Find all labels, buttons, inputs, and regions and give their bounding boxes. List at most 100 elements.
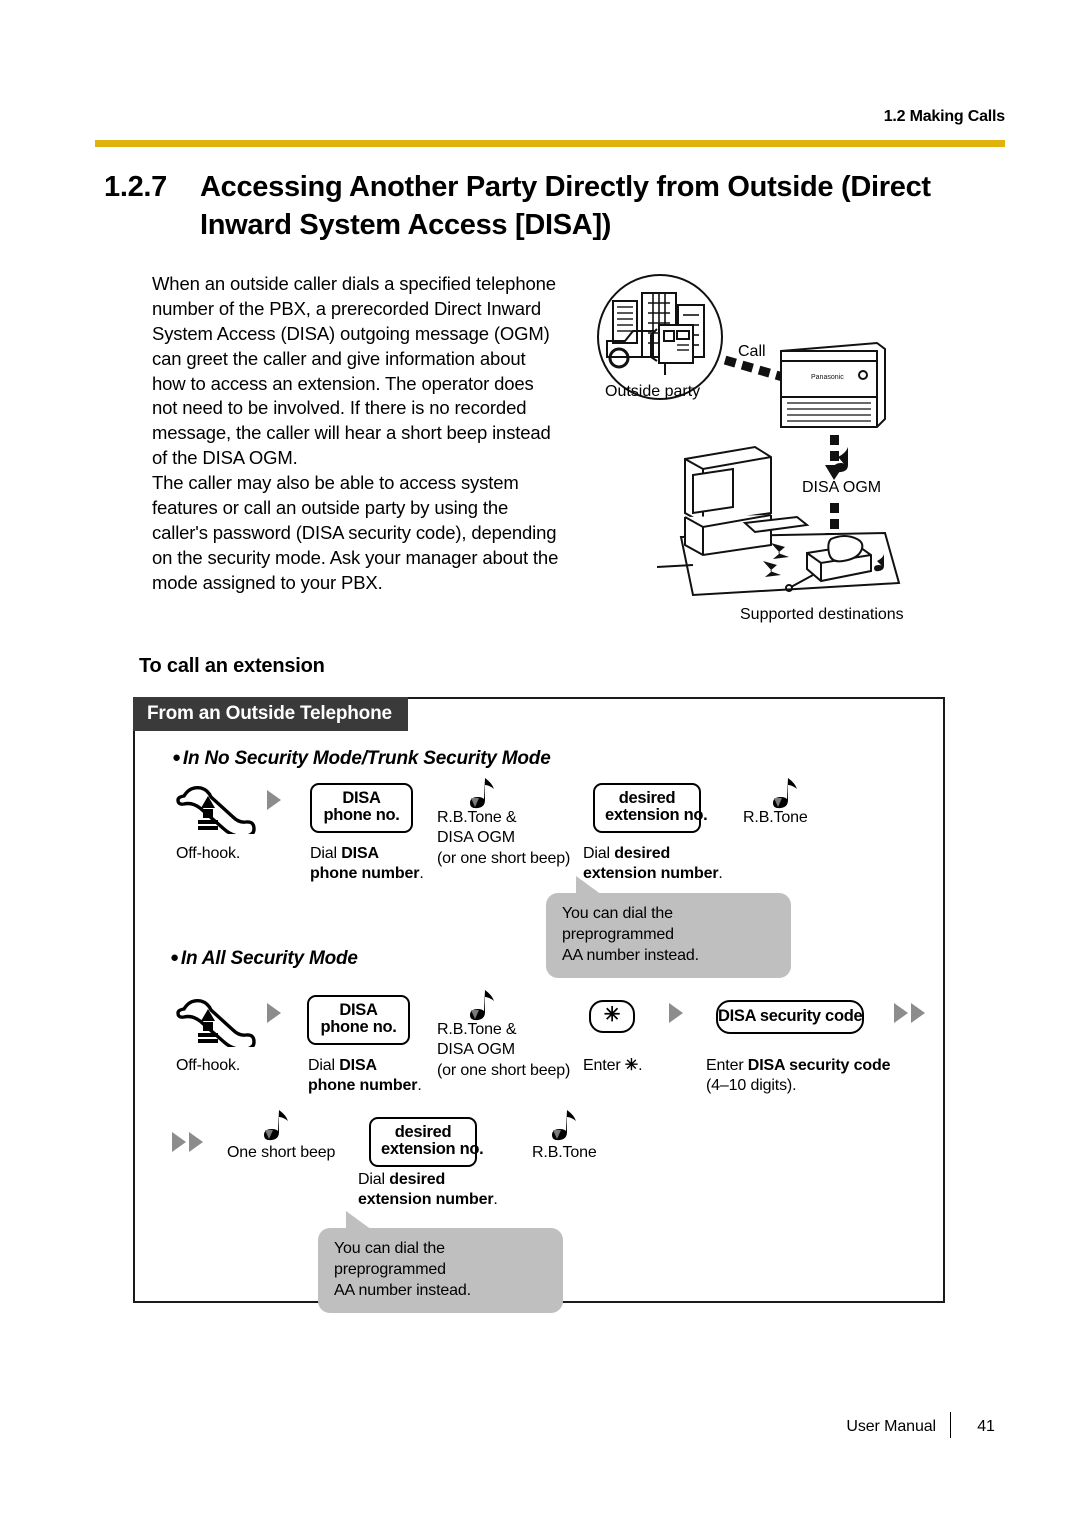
caption-text: Dial [310, 845, 342, 862]
flow-arrow-icon [172, 1132, 186, 1152]
music-note-icon [470, 778, 494, 809]
flow-arrow-icon [267, 790, 281, 810]
page-footer: User Manual 41 [0, 1412, 1005, 1438]
caption-bold: DISA [341, 845, 379, 862]
offhook-handset-icon [176, 785, 256, 839]
caption-dial-disa-1: Dial DISA phone number. [310, 844, 424, 885]
key-line-2: phone no. [323, 806, 400, 825]
caption-bold: DISA security code [747, 1057, 891, 1074]
caption-bold-2: phone number [308, 1077, 418, 1095]
key-line-2: extension no. [605, 806, 708, 825]
caption-bold-2: extension number [583, 865, 719, 883]
mode-heading-no-security-label: In No Security Mode/Trunk Security Mode [182, 748, 551, 769]
key-line-1: desired [394, 1123, 452, 1141]
illustration-label-disa-ogm: DISA OGM [802, 479, 882, 496]
caption-bold: ✳ [624, 1057, 639, 1074]
key-line-1: DISA security code [718, 1007, 863, 1025]
music-note-icon [264, 1110, 288, 1141]
intro-paragraph-1: When an outside caller dials a specified… [152, 273, 556, 469]
header-rule [95, 140, 1005, 147]
illustration-label-call: Call [738, 343, 766, 360]
balloon-line-1: You can dial the preprogrammed [562, 905, 674, 943]
music-note-icon [470, 990, 494, 1021]
flow-arrow-icon [189, 1132, 203, 1152]
mode-heading-all-security: ● In All Security Mode [170, 948, 358, 970]
caption-tail: . [718, 865, 723, 883]
illustration-label-outside-party: Outside party [605, 383, 701, 400]
running-header: 1.2 Making Calls [883, 108, 1005, 125]
key-line-1: desired [618, 789, 676, 807]
tone-line-3: (or one short beep) [437, 1061, 571, 1079]
tone-icon-one-short-beep [262, 1108, 290, 1147]
caption-text: Dial [583, 845, 615, 862]
tone-line-3: (or one short beep) [437, 849, 571, 867]
tone-caption-1: R.B.Tone & DISA OGM (or one short beep) [437, 808, 570, 869]
footer-label: User Manual [846, 1418, 936, 1435]
tone-line-2: DISA OGM [437, 1041, 515, 1059]
caption-tail: . [417, 1077, 422, 1095]
caption-offhook-1: Off-hook. [176, 845, 241, 862]
caption-bold: desired [389, 1171, 446, 1188]
caption-dial-extension-2: Dial desired extension number. [358, 1170, 498, 1211]
callout-balloon-1: You can dial the preprogrammed AA number… [546, 876, 791, 979]
caption-tail: . [638, 1057, 643, 1074]
bullet-icon: ● [172, 749, 181, 766]
tone-caption-rbtone-2: R.B.Tone [532, 1144, 597, 1161]
key-desired-extension-no-2[interactable]: desired extension no. [369, 1117, 484, 1167]
caption-offhook-2: Off-hook. [176, 1057, 241, 1074]
tone-caption-rbtone-1: R.B.Tone [743, 809, 808, 826]
svg-text:Panasonic: Panasonic [811, 374, 844, 381]
key-line-1: DISA [339, 1001, 378, 1019]
key-line-2: extension no. [381, 1140, 484, 1159]
mode-heading-no-security: ● In No Security Mode/Trunk Security Mode [172, 748, 551, 770]
caption-tail: . [419, 865, 424, 883]
balloon-line-2: AA number instead. [334, 1281, 471, 1299]
tone-line-1: R.B.Tone & [437, 809, 517, 826]
illustration-artwork: Panasonic [597, 274, 901, 597]
caption-text: Dial [358, 1171, 390, 1188]
caption-bold: desired [614, 845, 671, 862]
caption-bold: DISA [339, 1057, 377, 1074]
tone-caption-2: R.B.Tone & DISA OGM (or one short beep) [437, 1020, 570, 1081]
caption-line-2: (4–10 digits). [706, 1077, 797, 1095]
caption-dial-disa-2: Dial DISA phone number. [308, 1056, 422, 1097]
procedure-box-tab: From an Outside Telephone [133, 697, 408, 731]
callout-balloon-2: You can dial the preprogrammed AA number… [318, 1211, 563, 1314]
tone-caption-one-short-beep: One short beep [227, 1144, 336, 1161]
flow-arrow-icon [911, 1003, 925, 1023]
caption-tail: . [493, 1191, 498, 1209]
balloon-line-2: AA number instead. [562, 946, 699, 964]
caption-text: Dial [308, 1057, 340, 1074]
step-offhook-1 [174, 778, 256, 839]
illustration-label-supported-destinations: Supported destinations [740, 606, 904, 623]
balloon-tail-icon [346, 1211, 372, 1230]
disa-illustration: Panasonic Outside party Call DISA OGM Su… [585, 265, 955, 640]
bullet-icon: ● [170, 949, 179, 966]
tone-line-1: R.B.Tone & [437, 1021, 517, 1038]
caption-bold-2: extension number [358, 1191, 494, 1209]
key-disa-phone-no-1[interactable]: DISA phone no. [310, 783, 413, 833]
page-number: 41 [977, 1418, 995, 1435]
music-note-icon [773, 778, 797, 809]
key-disa-phone-no-2[interactable]: DISA phone no. [307, 995, 410, 1045]
tone-icon-rbtone-2 [550, 1108, 578, 1147]
balloon-tail-icon [576, 876, 602, 895]
key-asterisk[interactable]: ✳ [589, 1000, 635, 1034]
caption-dial-extension-1: Dial desired extension number. [583, 844, 723, 885]
offhook-handset-icon [176, 998, 256, 1052]
key-desired-extension-no-1[interactable]: desired extension no. [593, 783, 708, 833]
footer-divider [950, 1412, 951, 1438]
step-offhook-2 [174, 991, 256, 1052]
intro-text: When an outside caller dials a specified… [152, 272, 562, 595]
flow-arrow-icon [669, 1003, 683, 1023]
key-line-2: phone no. [320, 1018, 397, 1037]
page-title: 1.2.7 Accessing Another Party Directly f… [104, 168, 984, 245]
key-line-1: DISA [342, 789, 381, 807]
caption-bold-2: phone number [310, 865, 420, 883]
intro-paragraph-2: The caller may also be able to access sy… [152, 472, 559, 593]
flow-arrow-icon [267, 1003, 281, 1023]
tone-line-2: DISA OGM [437, 829, 515, 847]
key-disa-security-code[interactable]: DISA security code [716, 1000, 864, 1035]
key-line-1: ✳ [603, 1004, 621, 1026]
flow-arrow-icon [894, 1003, 908, 1023]
